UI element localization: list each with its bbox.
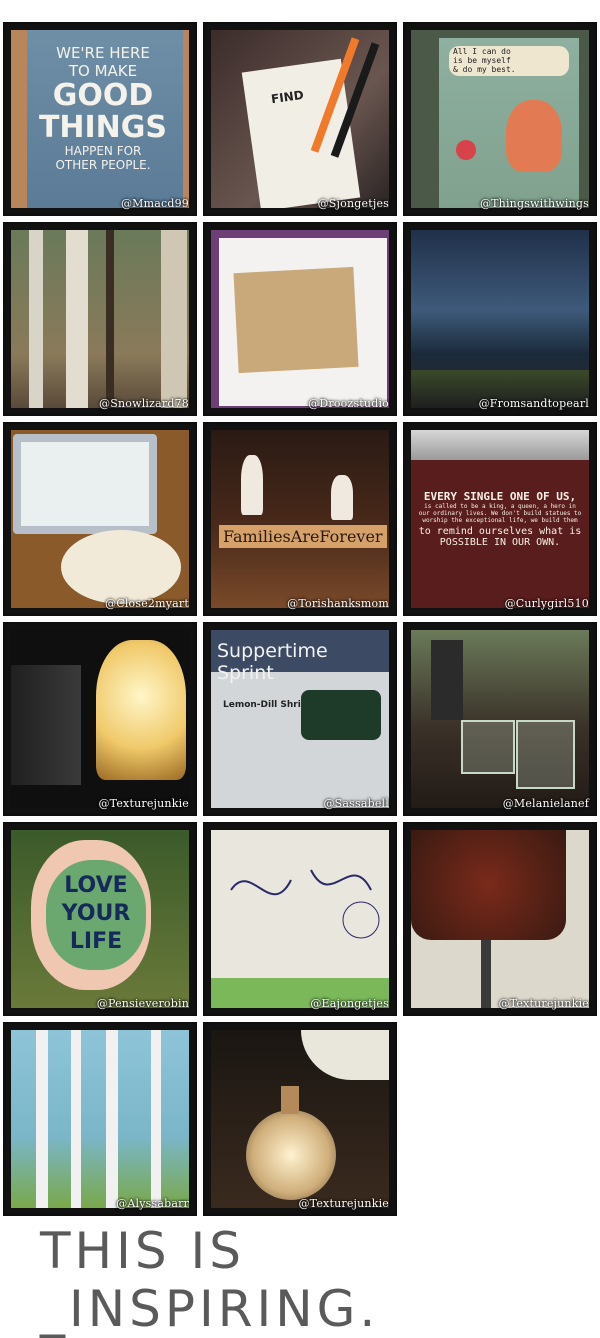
photo-tile: All I can do is be myself & do my best. … [403,22,597,216]
speech-line: All I can do [453,47,511,56]
photo-tile: @Alyssabarr [3,1022,197,1216]
photo-tile: WE'RE HERE TO MAKE GOOD THINGS HAPPEN FO… [3,22,197,216]
photo-credit: @Close2myart [105,597,189,610]
photo-credit: @Mmacd99 [120,197,189,210]
poster-line: worship the exceptional life, we build t… [422,517,578,524]
rock-word: LIFE [69,929,123,954]
photo-credit: @Fromsandtopearl [478,397,589,410]
photo-credit: @Snowlizard78 [99,397,189,410]
photo-credit: @Torishanksmom [287,597,389,610]
photo-credit: @Alyssabarr [116,1197,189,1210]
photo-credit: @Thingswithwings [479,197,589,210]
poster-line: to remind ourselves what is [418,526,582,537]
photo-credit: @Sjongetjes [317,197,389,210]
photo-tile: LOVE YOUR LIFE @Pensieverobin [3,822,197,1016]
photo-tile: @Texturejunkie [3,622,197,816]
photo-tile: @Eajongetjes [203,822,397,1016]
poster-line: HAPPEN FOR [64,144,142,158]
recipe-header: Suppertime Sprint [217,640,328,684]
photo-tile: Suppertime Sprint Lemon-Dill Shrimp S @S… [203,622,397,816]
rock-word: LOVE [64,873,128,898]
photo-tile: @Melanielanef [403,622,597,816]
photo-credit: @Texturejunkie [498,997,589,1010]
poster-line: our ordinary lives. We don't build statu… [418,510,582,517]
photo-collage: WE'RE HERE TO MAKE GOOD THINGS HAPPEN FO… [0,0,600,1338]
photo-credit: @Droozstudio [308,397,389,410]
photo-tile: @Texturejunkie [403,822,597,1016]
photo-tile: @Snowlizard78 [3,222,197,416]
photo-tile: FIND @Sjongetjes [203,22,397,216]
photo-tile: @Texturejunkie [203,1022,397,1216]
poster-line: OTHER PEOPLE. [55,158,151,172]
photo-tile: FamiliesAreForever @Torishanksmom [203,422,397,616]
photo-credit: @Texturejunkie [298,1197,389,1210]
photo-credit: @Curlygirl510 [504,597,589,610]
photo-credit: @Pensieverobin [96,997,189,1010]
speech-line: & do my best. [453,65,516,74]
photo-credit: @Sassabell [323,797,389,810]
photo-tile: @Close2myart [3,422,197,616]
poster-line: EVERY SINGLE ONE OF US, [423,490,577,503]
sign-text: FamiliesAreForever [219,525,387,548]
rock-word: YOUR [61,901,131,926]
poster-line: is called to be a king, a queen, a hero … [424,503,576,510]
photo-credit: @Texturejunkie [98,797,189,810]
photo-credit: @Melanielanef [502,797,589,810]
poster-line: GOOD [52,78,154,113]
poster-line: POSSIBLE IN OUR OWN. [439,537,561,548]
speech-line: is be myself [453,56,511,65]
photo-tile: EVERY SINGLE ONE OF US, is called to be … [403,422,597,616]
poster-line: THINGS [38,110,168,145]
photo-credit: @Eajongetjes [310,997,389,1010]
page-title: THIS IS _INSPIRING. [40,1222,380,1338]
photo-tile: @Droozstudio [203,222,397,416]
photo-tile: @Fromsandtopearl [403,222,597,416]
poster-line: WE'RE HERE [56,44,150,62]
sketch-drawing [230,869,380,939]
